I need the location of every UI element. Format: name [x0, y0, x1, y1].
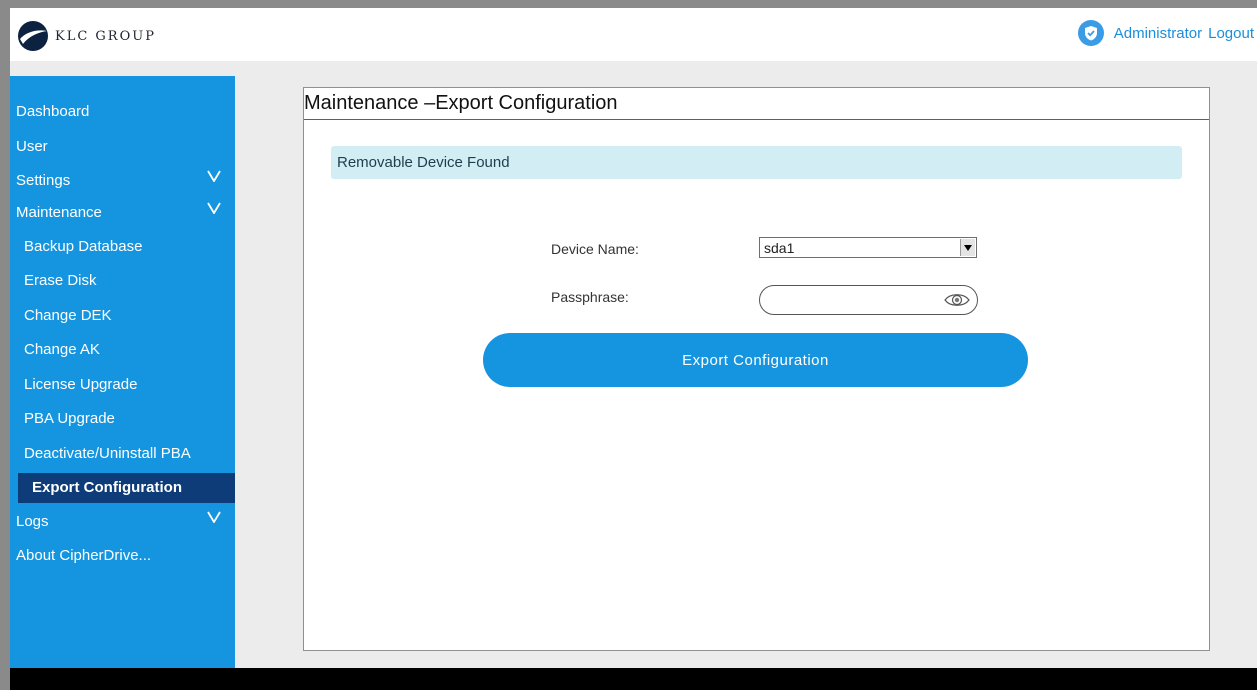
sidebar-item-label: License Upgrade	[24, 376, 138, 393]
user-area: Administrator Logout	[1077, 20, 1254, 46]
logout-link[interactable]: Logout	[1208, 25, 1254, 42]
shield-check-icon	[1077, 20, 1104, 46]
device-name-label: Device Name:	[551, 241, 639, 257]
sidebar-item-maintenance[interactable]: Maintenance	[10, 198, 235, 228]
sidebar-item-about[interactable]: About CipherDrive...	[10, 541, 235, 571]
footer-bar	[10, 668, 1257, 690]
sidebar-item-change-ak[interactable]: Change AK	[10, 335, 235, 365]
sidebar-item-pba-upgrade[interactable]: PBA Upgrade	[10, 404, 235, 434]
klc-logo-icon	[18, 21, 48, 51]
page-title: Maintenance –Export Configuration	[304, 92, 618, 114]
sidebar-item-label: Export Configuration	[32, 479, 182, 496]
sidebar-item-deactivate-uninstall-pba[interactable]: Deactivate/Uninstall PBA	[10, 439, 235, 469]
device-found-notice: Removable Device Found	[331, 146, 1182, 179]
sidebar-item-label: User	[16, 138, 48, 155]
device-name-value: sda1	[764, 240, 795, 256]
logo: KLC GROUP	[17, 20, 156, 52]
chevron-down-icon	[207, 170, 221, 182]
chevron-down-icon	[207, 202, 221, 214]
sidebar-item-label: PBA Upgrade	[24, 410, 115, 427]
sidebar: Dashboard User Settings Maintenance Back…	[10, 76, 235, 668]
sidebar-item-label: About CipherDrive...	[16, 547, 152, 564]
passphrase-field[interactable]	[759, 285, 978, 315]
content-panel: Maintenance –Export Configuration Remova…	[303, 87, 1210, 651]
passphrase-label: Passphrase:	[551, 289, 629, 305]
sidebar-item-label: Settings	[16, 172, 71, 189]
dropdown-arrow-icon[interactable]	[960, 239, 975, 256]
sidebar-item-label: Dashboard	[16, 103, 90, 120]
sidebar-item-erase-disk[interactable]: Erase Disk	[10, 266, 235, 296]
sidebar-item-backup-database[interactable]: Backup Database	[10, 232, 235, 262]
app-window: KLC GROUP Administrator Logout Dashboard…	[10, 8, 1257, 690]
sidebar-item-label: Change DEK	[24, 307, 112, 324]
sidebar-item-export-configuration[interactable]: Export Configuration	[18, 473, 235, 503]
sidebar-item-change-dek[interactable]: Change DEK	[10, 301, 235, 331]
content-header: Maintenance –Export Configuration	[304, 88, 1209, 120]
sidebar-item-license-upgrade[interactable]: License Upgrade	[10, 370, 235, 400]
logo-text: KLC GROUP	[55, 28, 156, 44]
sidebar-item-label: Maintenance	[16, 204, 102, 221]
top-bar: KLC GROUP Administrator Logout	[10, 8, 1257, 61]
sidebar-item-user[interactable]: User	[10, 132, 235, 162]
export-configuration-button[interactable]: Export Configuration	[483, 333, 1028, 387]
passphrase-input[interactable]	[772, 291, 937, 309]
chevron-down-icon	[207, 511, 221, 523]
sidebar-item-logs[interactable]: Logs	[10, 507, 235, 537]
device-name-select[interactable]: sda1	[759, 237, 977, 258]
sidebar-item-settings[interactable]: Settings	[10, 166, 235, 196]
notice-text: Removable Device Found	[337, 154, 510, 171]
sidebar-item-dashboard[interactable]: Dashboard	[10, 97, 235, 127]
sidebar-item-label: Backup Database	[24, 238, 143, 255]
eye-icon[interactable]	[944, 291, 970, 309]
sidebar-item-label: Change AK	[24, 341, 100, 358]
sidebar-item-label: Erase Disk	[24, 272, 97, 289]
administrator-link[interactable]: Administrator	[1114, 25, 1202, 42]
sidebar-item-label: Deactivate/Uninstall PBA	[24, 445, 191, 462]
sidebar-item-label: Logs	[16, 513, 49, 530]
